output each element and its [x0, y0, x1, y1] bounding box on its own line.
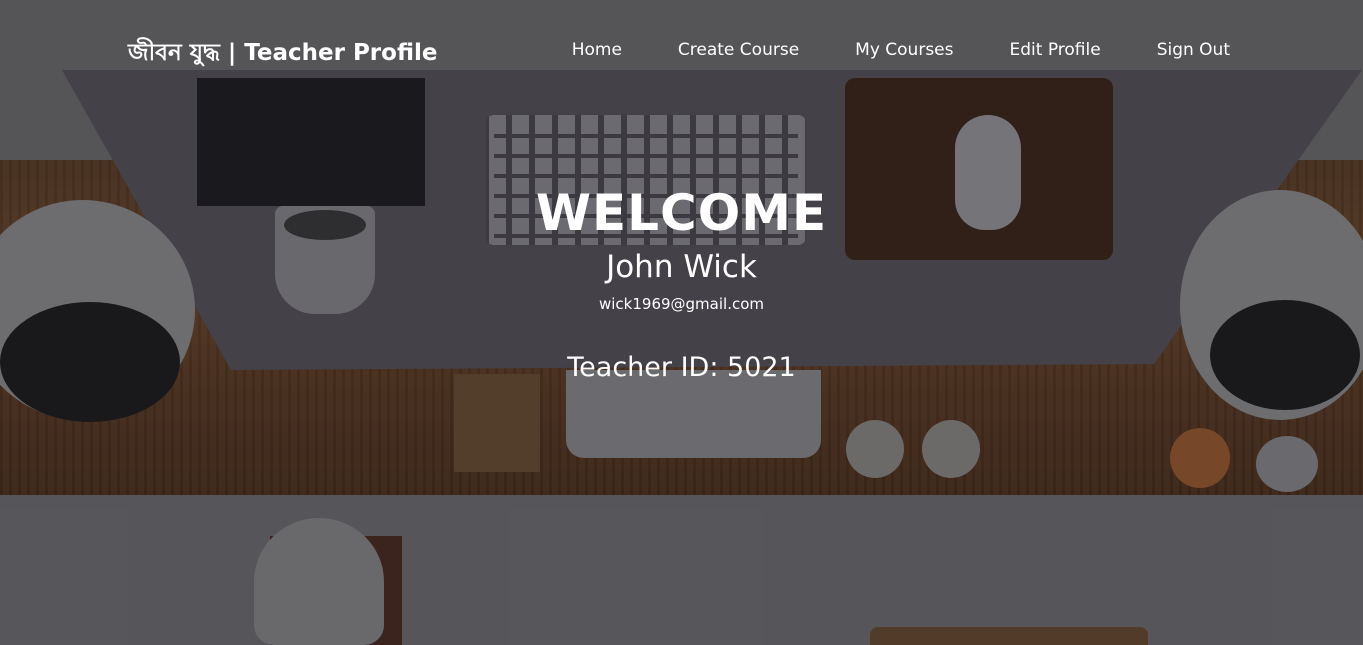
nav-create-course-link[interactable]: Create Course — [678, 40, 799, 60]
nav-links: Home Create Course My Courses Edit Profi… — [572, 40, 1230, 60]
nav-home-link[interactable]: Home — [572, 40, 622, 60]
nav-my-courses-link[interactable]: My Courses — [855, 40, 953, 60]
teacher-email: wick1969@gmail.com — [598, 295, 764, 313]
nav-sign-out-link[interactable]: Sign Out — [1157, 40, 1230, 60]
nav-edit-profile-link[interactable]: Edit Profile — [1010, 40, 1101, 60]
welcome-heading: WELCOME — [535, 184, 828, 242]
profile-content: WELCOME John Wick wick1969@gmail.com Tea… — [0, 180, 1363, 386]
brand-logo-link[interactable]: জীবন যুদ্ধ | Teacher Profile — [128, 34, 437, 73]
teacher-id: Teacher ID: 5021 — [567, 352, 796, 383]
hero-section: জীবন যুদ্ধ | Teacher Profile Home Create… — [0, 0, 1363, 645]
teacher-name: John Wick — [606, 249, 757, 285]
navbar: জীবন যুদ্ধ | Teacher Profile Home Create… — [0, 0, 1363, 100]
